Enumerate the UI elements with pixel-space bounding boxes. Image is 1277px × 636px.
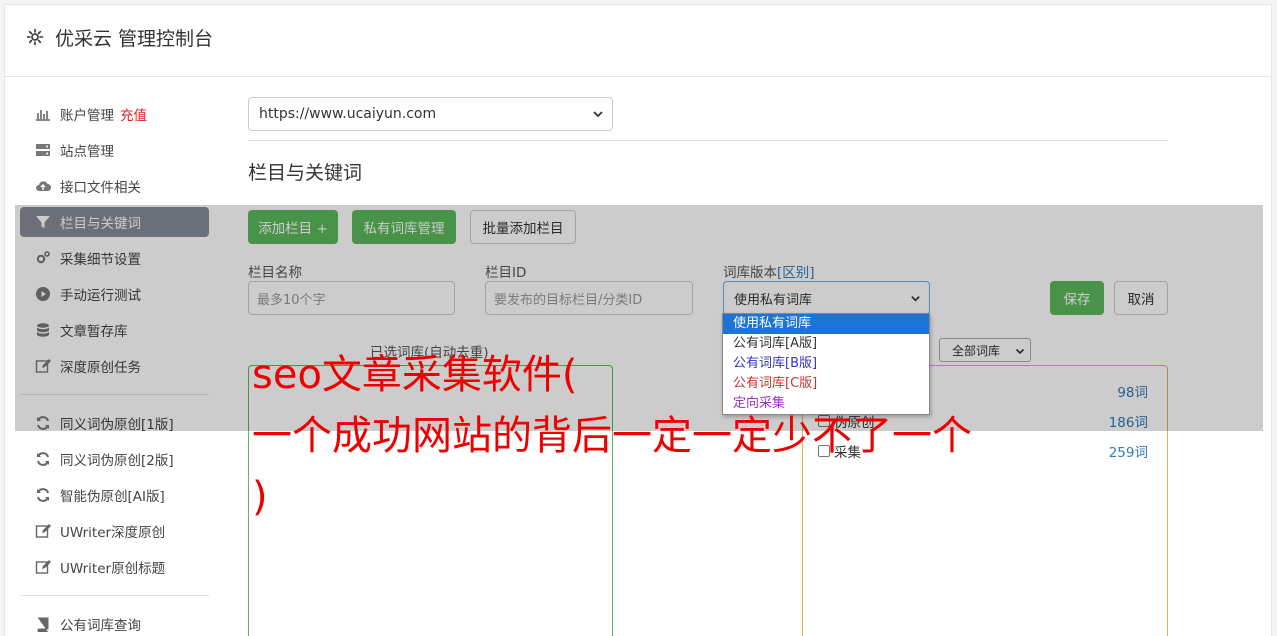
- sidebar-item-label: 文章暂存库: [60, 324, 128, 340]
- sidebar-item-sites[interactable]: 站点管理: [20, 135, 209, 165]
- cloud-upload-icon: [28, 171, 58, 201]
- sidebar: 账户管理 充值 站点管理 接口文件相关 栏目与关键词 采集细节设置 手动运行测试…: [0, 72, 228, 636]
- save-button[interactable]: 保存: [1050, 281, 1104, 315]
- sidebar-item-public-lib[interactable]: 公有词库查询: [20, 609, 209, 636]
- site-select-value: https://www.ucaiyun.com: [259, 106, 437, 122]
- overlay-caption-line: seo文章采集软件(: [252, 352, 578, 398]
- bar-chart-icon: [28, 99, 58, 129]
- overlay-caption: seo文章采集软件( 一个成功网站的背后一定一定少不了一个 ): [252, 345, 972, 528]
- sidebar-item-label: 深度原创任务: [60, 360, 141, 376]
- sidebar-item-account[interactable]: 账户管理 充值: [20, 99, 209, 129]
- sidebar-item-manual-run[interactable]: 手动运行测试: [20, 279, 209, 309]
- batch-add-column-button[interactable]: 批量添加栏目: [470, 210, 576, 244]
- server-icon: [28, 135, 58, 165]
- top-header: 优采云 管理控制台: [5, 5, 1271, 77]
- sidebar-item-article-store[interactable]: 文章暂存库: [20, 315, 209, 345]
- chevron-down-icon: [592, 108, 604, 120]
- library-word-count: 259词: [1108, 445, 1148, 461]
- cancel-button[interactable]: 取消: [1114, 281, 1168, 315]
- version-option-private[interactable]: 使用私有词库: [723, 314, 929, 334]
- console-title: 优采云 管理控制台: [55, 28, 214, 50]
- sidebar-item-label: 同义词伪原创[2版]: [60, 453, 174, 469]
- library-version-select[interactable]: 使用私有词库: [723, 281, 930, 315]
- sidebar-item-collect-settings[interactable]: 采集细节设置: [20, 243, 209, 273]
- edit-icon: [28, 552, 58, 582]
- sidebar-item-synonym-v2[interactable]: 同义词伪原创[2版]: [20, 444, 209, 474]
- library-version-value: 使用私有词库: [734, 292, 813, 308]
- sidebar-item-label: 栏目与关键词: [60, 216, 141, 232]
- sidebar-item-label: 同义词伪原创[1版]: [60, 417, 174, 433]
- column-name-input[interactable]: 最多10个字: [248, 281, 455, 315]
- version-diff-link[interactable]: [区别]: [777, 265, 815, 281]
- chevron-down-icon: [1015, 345, 1025, 355]
- column-id-input[interactable]: 要发布的目标栏目/分类ID: [485, 281, 693, 315]
- database-icon: [28, 315, 58, 345]
- site-select[interactable]: https://www.ucaiyun.com: [248, 97, 613, 131]
- refresh-icon: [28, 444, 58, 474]
- edit-icon: [28, 516, 58, 546]
- sidebar-item-label: 采集细节设置: [60, 252, 141, 268]
- book-icon: [28, 609, 58, 636]
- column-name-label: 栏目名称: [248, 265, 302, 281]
- sidebar-item-uwriter-deep[interactable]: UWriter深度原创: [20, 516, 209, 546]
- library-word-count: 98词: [1117, 385, 1148, 401]
- add-column-button[interactable]: 添加栏目 +: [248, 210, 338, 244]
- refresh-icon: [28, 408, 58, 438]
- library-word-count: 186词: [1108, 415, 1148, 431]
- sidebar-item-ai-original[interactable]: 智能伪原创[AI版]: [20, 480, 209, 510]
- overlay-caption-line: ): [252, 474, 268, 520]
- sidebar-item-deep-original[interactable]: 深度原创任务: [20, 351, 209, 381]
- section-title: 栏目与关键词: [248, 162, 363, 184]
- sidebar-item-label: 公有词库查询: [60, 618, 141, 634]
- sidebar-item-label: 站点管理: [60, 144, 114, 160]
- sidebar-item-interface[interactable]: 接口文件相关: [20, 171, 209, 201]
- sidebar-item-label: UWriter深度原创: [60, 525, 166, 541]
- column-id-label: 栏目ID: [485, 265, 527, 281]
- library-version-label: 词库版本[区别]: [723, 261, 815, 281]
- sidebar-item-columns[interactable]: 栏目与关键词: [20, 207, 209, 237]
- recharge-link[interactable]: 充值: [120, 104, 147, 124]
- sidebar-item-label: UWriter原创标题: [60, 561, 166, 577]
- sidebar-item-label: 账户管理: [60, 108, 114, 124]
- sidebar-divider: [20, 394, 209, 395]
- sidebar-item-label: 智能伪原创[AI版]: [60, 489, 165, 505]
- edit-icon: [28, 351, 58, 381]
- gear-icon: [25, 27, 45, 47]
- play-icon: [28, 279, 58, 309]
- sidebar-divider: [20, 595, 209, 596]
- filter-icon: [28, 207, 58, 237]
- refresh-icon: [28, 480, 58, 510]
- sidebar-item-synonym-v1[interactable]: 同义词伪原创[1版]: [20, 408, 209, 438]
- sidebar-item-uwriter-title[interactable]: UWriter原创标题: [20, 552, 209, 582]
- divider: [248, 140, 1168, 141]
- sidebar-item-label: 手动运行测试: [60, 288, 141, 304]
- overlay-caption-line: 一个成功网站的背后一定一定少不了一个: [252, 413, 972, 459]
- library-version-label-text: 词库版本: [723, 265, 777, 281]
- cogs-icon: [28, 243, 58, 273]
- private-library-button[interactable]: 私有词库管理: [352, 210, 456, 244]
- chevron-down-icon: [910, 293, 921, 304]
- sidebar-item-label: 接口文件相关: [60, 180, 141, 196]
